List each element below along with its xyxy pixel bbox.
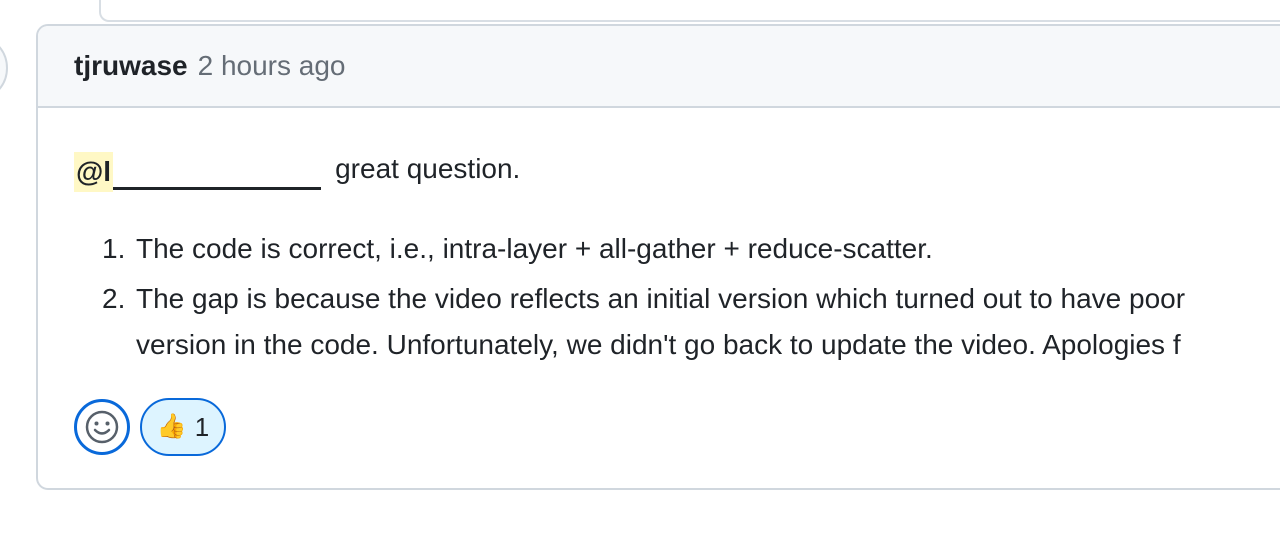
smiley-icon <box>85 410 119 444</box>
ordered-list: 1. The code is correct, i.e., intra-laye… <box>74 226 1185 372</box>
reaction-count: 1 <box>194 411 210 442</box>
page: tjruwase 2 hours ago @l great question. … <box>0 0 1280 544</box>
list-item-text: version in the code. Unfortunately, we d… <box>136 329 1181 360</box>
list-item-text: The gap is because the video reflects an… <box>136 283 1186 314</box>
list-number: 2. <box>102 283 126 314</box>
timestamp-link[interactable]: 2 hours ago <box>198 50 346 82</box>
user-mention[interactable]: @l <box>74 152 114 192</box>
thumbs-up-icon: 👍 <box>156 413 187 440</box>
add-reaction-button[interactable] <box>74 399 130 455</box>
mention-text: great question. <box>335 153 521 184</box>
mention-line: @l great question. <box>74 146 520 192</box>
previous-timeline-item <box>99 0 1280 22</box>
avatar[interactable] <box>0 34 8 102</box>
redacted-username <box>113 155 322 190</box>
comment-card: tjruwase 2 hours ago @l great question. … <box>36 24 1280 490</box>
list-number: 1. <box>102 233 126 264</box>
list-item-text: The code is correct, i.e., intra-layer +… <box>136 233 933 264</box>
list-item: 1. The code is correct, i.e., intra-laye… <box>74 226 1185 276</box>
list-item: 2. The gap is because the video reflects… <box>74 276 1185 372</box>
thumbs-up-reaction-button[interactable]: 👍 1 <box>140 398 226 456</box>
reactions-bar: 👍 1 <box>74 398 226 456</box>
author-link[interactable]: tjruwase <box>74 50 188 82</box>
comment-header: tjruwase 2 hours ago <box>38 26 1280 108</box>
